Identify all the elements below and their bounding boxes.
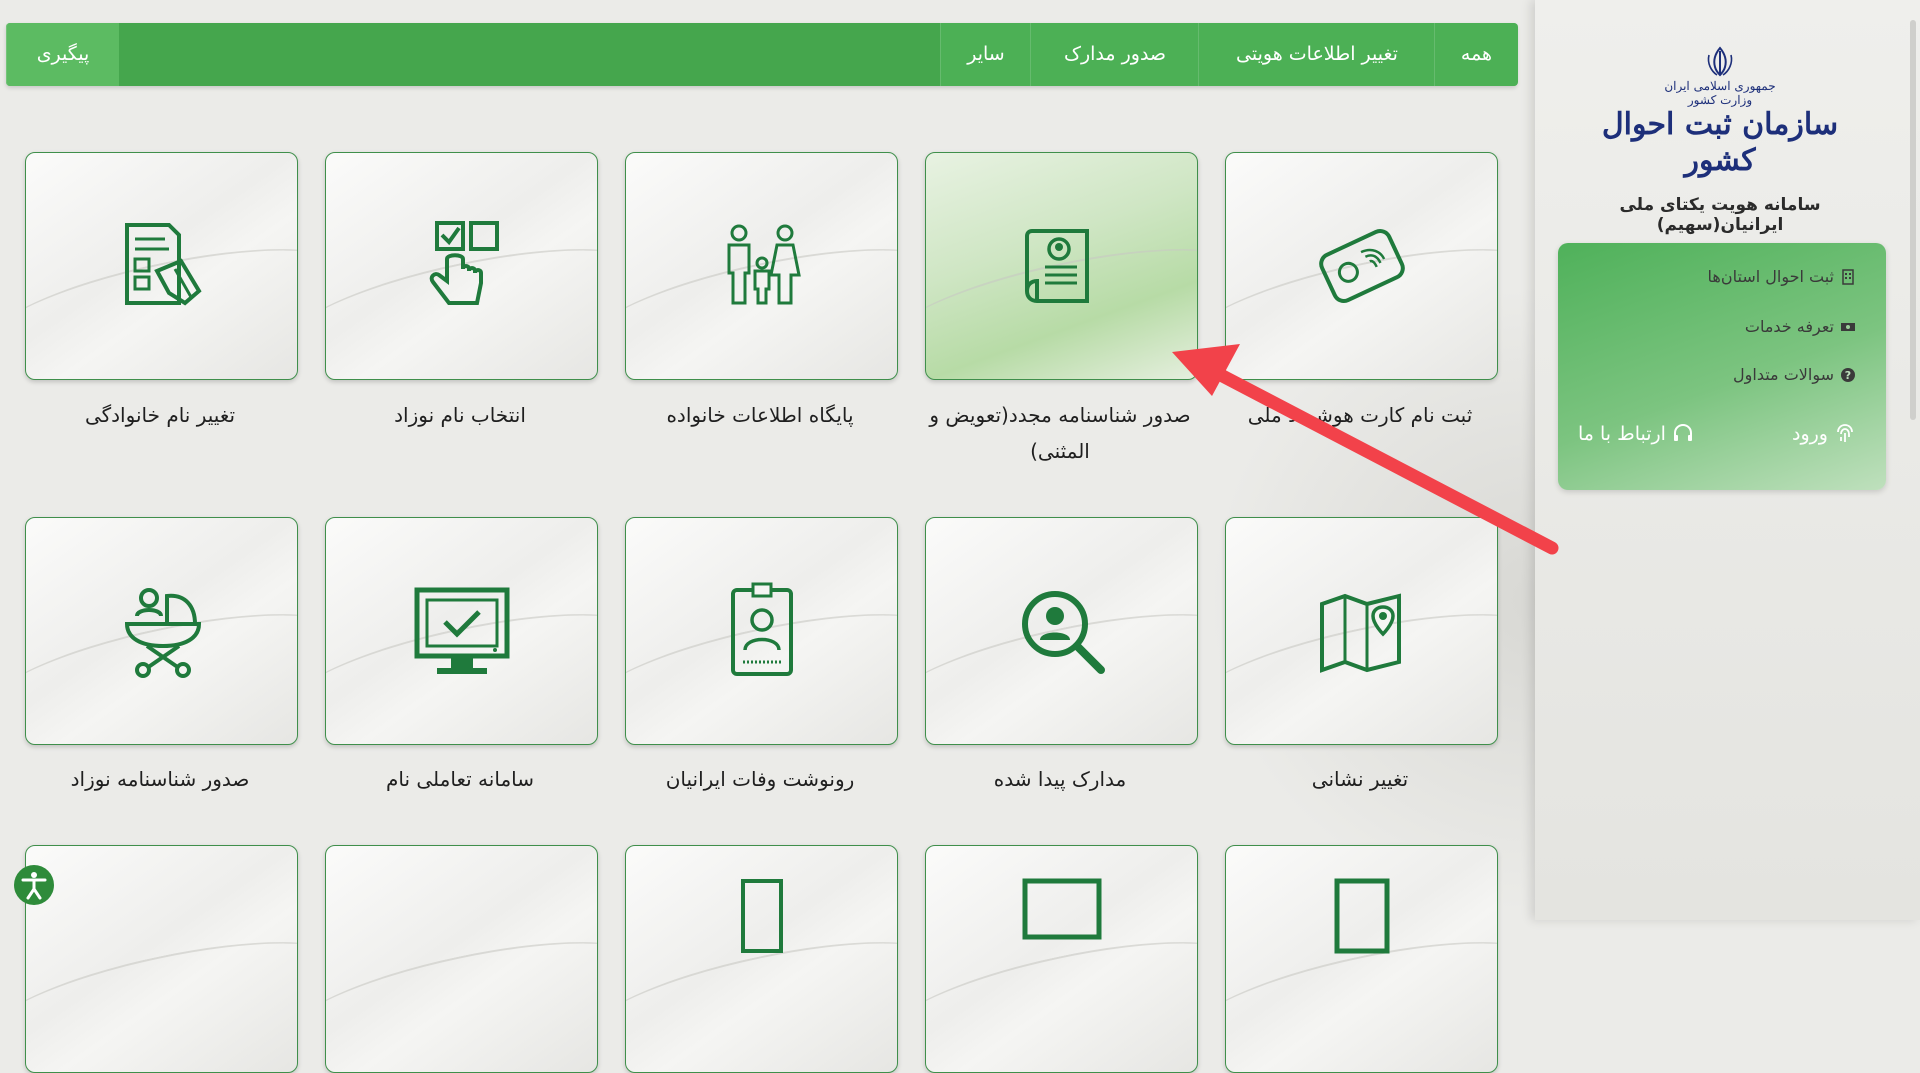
sidebar-link-tariffs[interactable]: تعرفه خدمات bbox=[1745, 317, 1856, 336]
service-label-smart-card: ثبت نام کارت هوشمند ملی bbox=[1247, 403, 1473, 427]
organization-logo[interactable]: جمهوری اسلامی ایران وزارت کشور سازمان ثب… bbox=[1600, 45, 1840, 178]
form-icon bbox=[740, 879, 783, 953]
login-label: ورود bbox=[1792, 423, 1828, 445]
document-icon bbox=[1334, 878, 1389, 954]
service-label-death-certificate: رونوشت وفات ایرانیان bbox=[665, 767, 855, 791]
scrollbar-thumb[interactable] bbox=[1910, 20, 1916, 420]
family-icon bbox=[727, 224, 801, 305]
person-search-icon bbox=[1021, 591, 1105, 674]
service-tile-family-database[interactable] bbox=[625, 152, 898, 380]
site-title: سامانه هویت یکتای ملی ایرانیان(سهیم) bbox=[1619, 195, 1821, 235]
service-tile-found-documents[interactable] bbox=[925, 517, 1198, 745]
service-tile-change-surname[interactable] bbox=[25, 152, 298, 380]
logo-subtitle-country: جمهوری اسلامی ایران bbox=[1664, 79, 1776, 93]
service-tile-row3-3[interactable] bbox=[625, 845, 898, 1073]
service-tile-death-certificate[interactable] bbox=[625, 517, 898, 745]
accessibility-button[interactable] bbox=[14, 865, 54, 905]
service-label-family-database: پایگاه اطلاعات خانواده bbox=[666, 403, 854, 427]
service-tile-row3-4[interactable] bbox=[325, 845, 598, 1073]
category-nav: پیگیری سایر صدور مدارک تغییر اطلاعات هوی… bbox=[6, 23, 1518, 86]
contact-label: ارتباط با ما bbox=[1578, 423, 1666, 445]
question-circle-icon: ? bbox=[1841, 367, 1855, 382]
service-tile-interactive-name-system[interactable] bbox=[325, 517, 598, 745]
birth-certificate-scroll-icon bbox=[1024, 229, 1089, 303]
nav-tab-other[interactable]: سایر bbox=[940, 23, 1031, 86]
service-tile-row3-2[interactable] bbox=[925, 845, 1198, 1073]
service-tile-row3-1[interactable] bbox=[1225, 845, 1498, 1073]
smart-card-fingerprint-icon bbox=[1318, 228, 1405, 304]
nav-follow-up[interactable]: پیگیری bbox=[6, 23, 119, 86]
service-label-newborn-certificate: صدور شناسنامه نوزاد bbox=[70, 767, 250, 791]
service-tile-row3-5[interactable] bbox=[25, 845, 298, 1073]
service-label-birth-certificate-reissue: صدور شناسنامه مجدد(تعویض و المثنی) bbox=[929, 403, 1191, 463]
map-pin-icon bbox=[1319, 593, 1401, 673]
monitor-icon bbox=[1022, 878, 1101, 940]
baby-stroller-icon bbox=[124, 588, 201, 678]
service-tile-birth-certificate-reissue[interactable] bbox=[925, 152, 1198, 380]
service-label-interactive-name-system: سامانه تعاملی نام bbox=[385, 767, 535, 791]
accessibility-icon bbox=[21, 872, 47, 900]
sidebar-link-label: تعرفه خدمات bbox=[1744, 317, 1834, 336]
contact-us-button[interactable]: ارتباط با ما bbox=[1578, 423, 1738, 445]
logo-title: سازمان ثبت احوال کشور bbox=[1601, 107, 1839, 178]
scrollbar[interactable] bbox=[1908, 0, 1918, 420]
logo-subtitle-ministry: وزارت کشور bbox=[1687, 93, 1753, 107]
service-tile-baby-name[interactable] bbox=[325, 152, 598, 380]
checkbox-hand-icon bbox=[429, 221, 499, 305]
service-label-change-address: تغییر نشانی bbox=[1311, 767, 1409, 791]
nav-tab-issue-documents[interactable]: صدور مدارک bbox=[1030, 23, 1199, 86]
sidebar-link-label: سوالات متداول bbox=[1733, 365, 1834, 384]
sidebar-link-faq[interactable]: ? سوالات متداول bbox=[1733, 365, 1856, 384]
nav-tab-change-identity[interactable]: تغییر اطلاعات هویتی bbox=[1198, 23, 1435, 86]
headset-icon bbox=[1673, 423, 1692, 441]
svg-text:?: ? bbox=[1845, 369, 1851, 382]
monitor-check-icon bbox=[414, 587, 509, 674]
service-label-found-documents: مدارک پیدا شده bbox=[993, 767, 1127, 791]
money-icon bbox=[1841, 322, 1855, 331]
sidebar-menu-card: ثبت احوال استان‌ها تعرفه خدمات ? سوالات … bbox=[1558, 243, 1886, 490]
nav-tab-all[interactable]: همه bbox=[1434, 23, 1518, 86]
service-label-baby-name: انتخاب نام نوزاد bbox=[394, 403, 526, 427]
iran-emblem-icon bbox=[1707, 46, 1733, 77]
service-tile-smart-card[interactable] bbox=[1225, 152, 1498, 380]
service-label-change-surname: تغییر نام خانوادگی bbox=[84, 403, 236, 427]
fingerprint-icon bbox=[1837, 424, 1853, 442]
login-button[interactable]: ورود bbox=[1792, 423, 1856, 445]
sidebar-link-label: ثبت احوال استان‌ها bbox=[1707, 267, 1834, 286]
service-tile-change-address[interactable] bbox=[1225, 517, 1498, 745]
building-icon bbox=[1842, 268, 1854, 285]
sidebar-link-provinces[interactable]: ثبت احوال استان‌ها bbox=[1708, 267, 1856, 286]
service-tile-newborn-certificate[interactable] bbox=[25, 517, 298, 745]
form-edit-hand-icon bbox=[124, 223, 202, 306]
sidebar-actions: ورود ارتباط با ما bbox=[1578, 423, 1866, 453]
id-badge-icon bbox=[730, 582, 793, 676]
